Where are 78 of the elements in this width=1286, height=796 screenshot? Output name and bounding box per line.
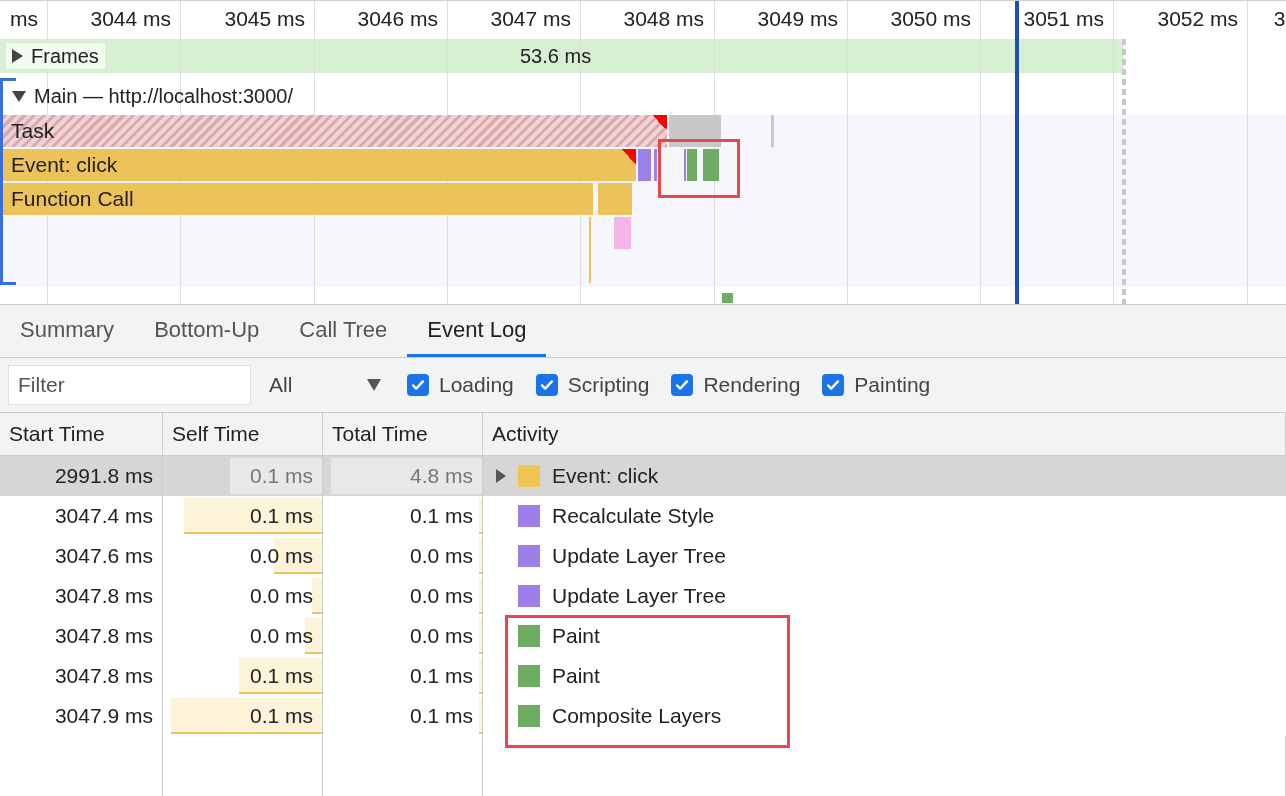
checkbox[interactable] bbox=[535, 374, 558, 396]
checkbox-label[interactable]: Scripting bbox=[567, 373, 650, 397]
track-label: Frames bbox=[31, 44, 99, 68]
table-cell: Composite Layers bbox=[552, 704, 722, 728]
table-cell: 3047.4 ms bbox=[0, 496, 163, 536]
duration-dropdown[interactable]: All bbox=[269, 373, 381, 397]
checkbox-label[interactable]: Loading bbox=[439, 373, 514, 397]
frames-track-header[interactable]: Frames bbox=[6, 43, 105, 69]
time-tick-label: 3048 ms bbox=[623, 7, 704, 31]
column-header[interactable]: Self Time bbox=[163, 413, 323, 455]
checkbox[interactable] bbox=[671, 374, 694, 396]
filter-field[interactable]: Filter bbox=[8, 365, 251, 405]
table-row[interactable]: 3047.4 ms 0.1 ms 0.1 ms Recalculate Style bbox=[0, 496, 1286, 536]
time-tick-label: 3045 ms bbox=[224, 7, 305, 31]
caret-icon bbox=[367, 379, 381, 391]
time-tick-label: 3049 ms bbox=[757, 7, 838, 31]
table-cell: Paint bbox=[552, 624, 600, 648]
table-cell: 0.0 ms bbox=[409, 544, 473, 568]
table-cell: Event: click bbox=[552, 464, 659, 488]
time-tick-label: 3046 ms bbox=[357, 7, 438, 31]
time-tick-label: 3047 ms bbox=[490, 7, 571, 31]
table-cell: 0.0 ms bbox=[409, 584, 473, 608]
table-cell: 3047.8 ms bbox=[0, 576, 163, 616]
event-bar: Function Call bbox=[3, 183, 593, 215]
event-block bbox=[654, 149, 657, 181]
checkbox[interactable] bbox=[407, 374, 429, 396]
event-block bbox=[638, 149, 651, 181]
time-tick-label: 3044 ms bbox=[90, 7, 171, 31]
table-cell: Update Layer Tree bbox=[552, 544, 726, 568]
tab[interactable]: Bottom-Up bbox=[134, 305, 280, 357]
table-row[interactable]: 3047.6 ms 0.0 ms 0.0 ms Update Layer Tree bbox=[0, 536, 1286, 576]
frame-duration: 53.6 ms bbox=[520, 45, 592, 68]
event-bar: Task bbox=[3, 115, 667, 147]
table-cell: Recalculate Style bbox=[552, 504, 715, 528]
event-block bbox=[722, 293, 733, 303]
table-row[interactable]: 3047.8 ms 0.1 ms 0.1 ms Paint bbox=[0, 656, 1286, 696]
event-bar: Event: click bbox=[3, 149, 636, 181]
event-block bbox=[771, 115, 774, 147]
tab[interactable]: Summary bbox=[0, 305, 135, 357]
table-cell: 3047.8 ms bbox=[0, 616, 163, 656]
checkbox[interactable] bbox=[822, 374, 845, 396]
table-row[interactable]: 3047.8 ms 0.0 ms 0.0 ms Paint bbox=[0, 616, 1286, 656]
checkbox-label[interactable]: Rendering bbox=[703, 373, 801, 397]
time-tick-label: 3050 ms bbox=[890, 7, 971, 31]
table-cell: 0.0 ms bbox=[249, 584, 313, 608]
table-cell: 0.0 ms bbox=[249, 624, 313, 648]
table-cell: 4.8 ms bbox=[409, 464, 473, 488]
time-tick-label: 3051 ms bbox=[1023, 7, 1104, 31]
column-header[interactable]: Total Time bbox=[323, 413, 483, 455]
time-tick-label: ms bbox=[10, 7, 38, 31]
checkbox-label[interactable]: Painting bbox=[854, 373, 931, 397]
table-cell: 3047.8 ms bbox=[0, 656, 163, 696]
table-cell: 0.1 ms bbox=[249, 464, 313, 488]
table-cell: 0.1 ms bbox=[409, 504, 473, 528]
time-tick-label: 3 bbox=[1273, 7, 1286, 31]
event-block bbox=[703, 149, 719, 181]
table-cell: Paint bbox=[552, 664, 600, 688]
column-header[interactable]: Activity bbox=[483, 413, 1286, 455]
event-block bbox=[598, 183, 632, 215]
table-cell: 0.1 ms bbox=[409, 704, 473, 728]
table-row[interactable]: 2991.8 ms 0.1 ms 4.8 ms Event: click bbox=[0, 456, 1286, 496]
table-cell: 0.1 ms bbox=[249, 704, 313, 728]
table-cell: 0.0 ms bbox=[249, 544, 313, 568]
table-row[interactable]: 3047.9 ms 0.1 ms 0.1 ms Composite Layers bbox=[0, 696, 1286, 736]
column-header[interactable]: Start Time bbox=[0, 413, 163, 455]
table-cell: 3047.9 ms bbox=[0, 696, 163, 736]
table-cell: 0.1 ms bbox=[409, 664, 473, 688]
event-block bbox=[614, 217, 631, 249]
time-tick-label: 3052 ms bbox=[1157, 7, 1238, 31]
table-cell: 0.0 ms bbox=[409, 624, 473, 648]
table-cell: 2991.8 ms bbox=[0, 456, 163, 496]
table-cell: 3047.6 ms bbox=[0, 536, 163, 576]
table-cell: 0.1 ms bbox=[249, 664, 313, 688]
tab[interactable]: Call Tree bbox=[279, 305, 408, 357]
table-cell: 0.1 ms bbox=[249, 504, 313, 528]
tab[interactable]: Event Log bbox=[407, 305, 547, 357]
table-row[interactable]: 3047.8 ms 0.0 ms 0.0 ms Update Layer Tree bbox=[0, 576, 1286, 616]
table-cell: Update Layer Tree bbox=[552, 584, 726, 608]
